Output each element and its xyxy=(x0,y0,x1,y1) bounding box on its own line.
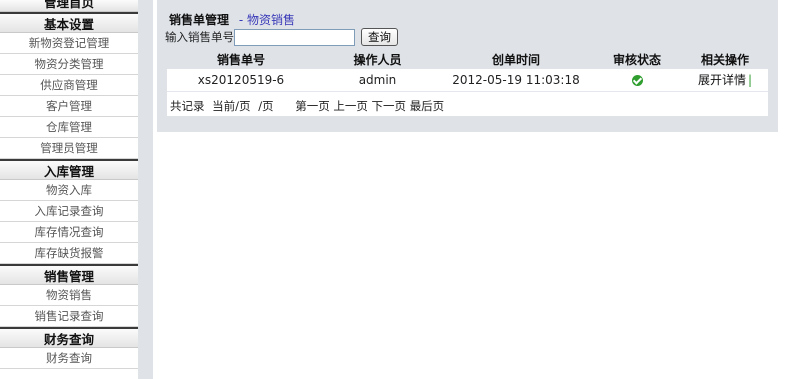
sidebar: 管理首页 基本设置 新物资登记管理 物资分类管理 供应商管理 客户管理 仓库管理… xyxy=(0,0,138,379)
page-title: 销售单管理 - 物资销售 xyxy=(169,11,295,28)
app-window: 管理首页 基本设置 新物资登记管理 物资分类管理 供应商管理 客户管理 仓库管理… xyxy=(0,0,800,379)
search-label: 输入销售单号 xyxy=(165,30,234,44)
pager-pages: /页 xyxy=(258,99,274,113)
sidebar-divider xyxy=(138,0,153,379)
column-header-order-no: 销售单号 xyxy=(167,50,315,69)
sidebar-item-new-material[interactable]: 新物资登记管理 xyxy=(0,33,138,54)
order-number-input[interactable] xyxy=(234,28,355,46)
sidebar-header-home[interactable]: 管理首页 xyxy=(0,0,138,12)
pager-total: 共记录 xyxy=(170,99,205,113)
pager-next-link[interactable]: 下一页 xyxy=(372,99,407,113)
page-subtitle[interactable]: - 物资销售 xyxy=(239,13,295,27)
check-circle-icon xyxy=(631,74,643,86)
sidebar-item-material-sales[interactable]: 物资销售 xyxy=(0,285,138,306)
sidebar-item-material-in[interactable]: 物资入库 xyxy=(0,180,138,201)
cell-order-no: xs20120519-6 xyxy=(167,69,315,92)
expand-details-link[interactable]: 展开详情 xyxy=(698,73,746,87)
pager-current: 当前/页 xyxy=(212,99,251,113)
sidebar-header-stock-in[interactable]: 入库管理 xyxy=(0,159,138,180)
table-header-row: 销售单号 操作人员 创单时间 审核状态 相关操作 xyxy=(167,50,768,69)
sidebar-item-finance-query[interactable]: 财务查询 xyxy=(0,348,138,369)
column-header-created: 创单时间 xyxy=(440,50,592,69)
cell-operator: admin xyxy=(315,69,440,92)
sidebar-header-finance[interactable]: 财务查询 xyxy=(0,327,138,348)
column-header-actions: 相关操作 xyxy=(682,50,768,69)
search-bar: 输入销售单号 查询 xyxy=(165,28,398,46)
cell-created: 2012-05-19 11:03:18 xyxy=(440,69,592,92)
sidebar-item-customer[interactable]: 客户管理 xyxy=(0,96,138,117)
pager-prev-link[interactable]: 上一页 xyxy=(333,99,368,113)
pager-last-link[interactable]: 最后页 xyxy=(410,99,445,113)
sales-order-table: 销售单号 操作人员 创单时间 审核状态 相关操作 xs20120519-6 ad… xyxy=(167,50,768,92)
cell-status xyxy=(592,69,682,92)
column-header-operator: 操作人员 xyxy=(315,50,440,69)
sidebar-item-supplier[interactable]: 供应商管理 xyxy=(0,75,138,96)
sidebar-item-material-category[interactable]: 物资分类管理 xyxy=(0,54,138,75)
pagination: 共记录 当前/页 /页 第一页 上一页 下一页 最后页 xyxy=(170,98,444,114)
sidebar-item-warehouse[interactable]: 仓库管理 xyxy=(0,117,138,138)
column-header-status: 审核状态 xyxy=(592,50,682,69)
sidebar-item-stock-query[interactable]: 库存情况查询 xyxy=(0,222,138,243)
table-row: xs20120519-6 admin 2012-05-19 11:03:18 展… xyxy=(167,69,768,92)
sidebar-item-stock-alarm[interactable]: 库存缺货报警 xyxy=(0,243,138,264)
action-separator: | xyxy=(747,73,753,88)
sidebar-item-admin[interactable]: 管理员管理 xyxy=(0,138,138,159)
sidebar-item-in-records[interactable]: 入库记录查询 xyxy=(0,201,138,222)
pager-first-link[interactable]: 第一页 xyxy=(295,99,330,113)
sidebar-item-sales-records[interactable]: 销售记录查询 xyxy=(0,306,138,327)
page-title-text: 销售单管理 xyxy=(169,13,230,27)
sidebar-header-sales[interactable]: 销售管理 xyxy=(0,264,138,285)
sidebar-header-basic-settings[interactable]: 基本设置 xyxy=(0,12,138,33)
cell-actions: 展开详情 | xyxy=(682,69,768,92)
query-button[interactable]: 查询 xyxy=(361,28,398,46)
